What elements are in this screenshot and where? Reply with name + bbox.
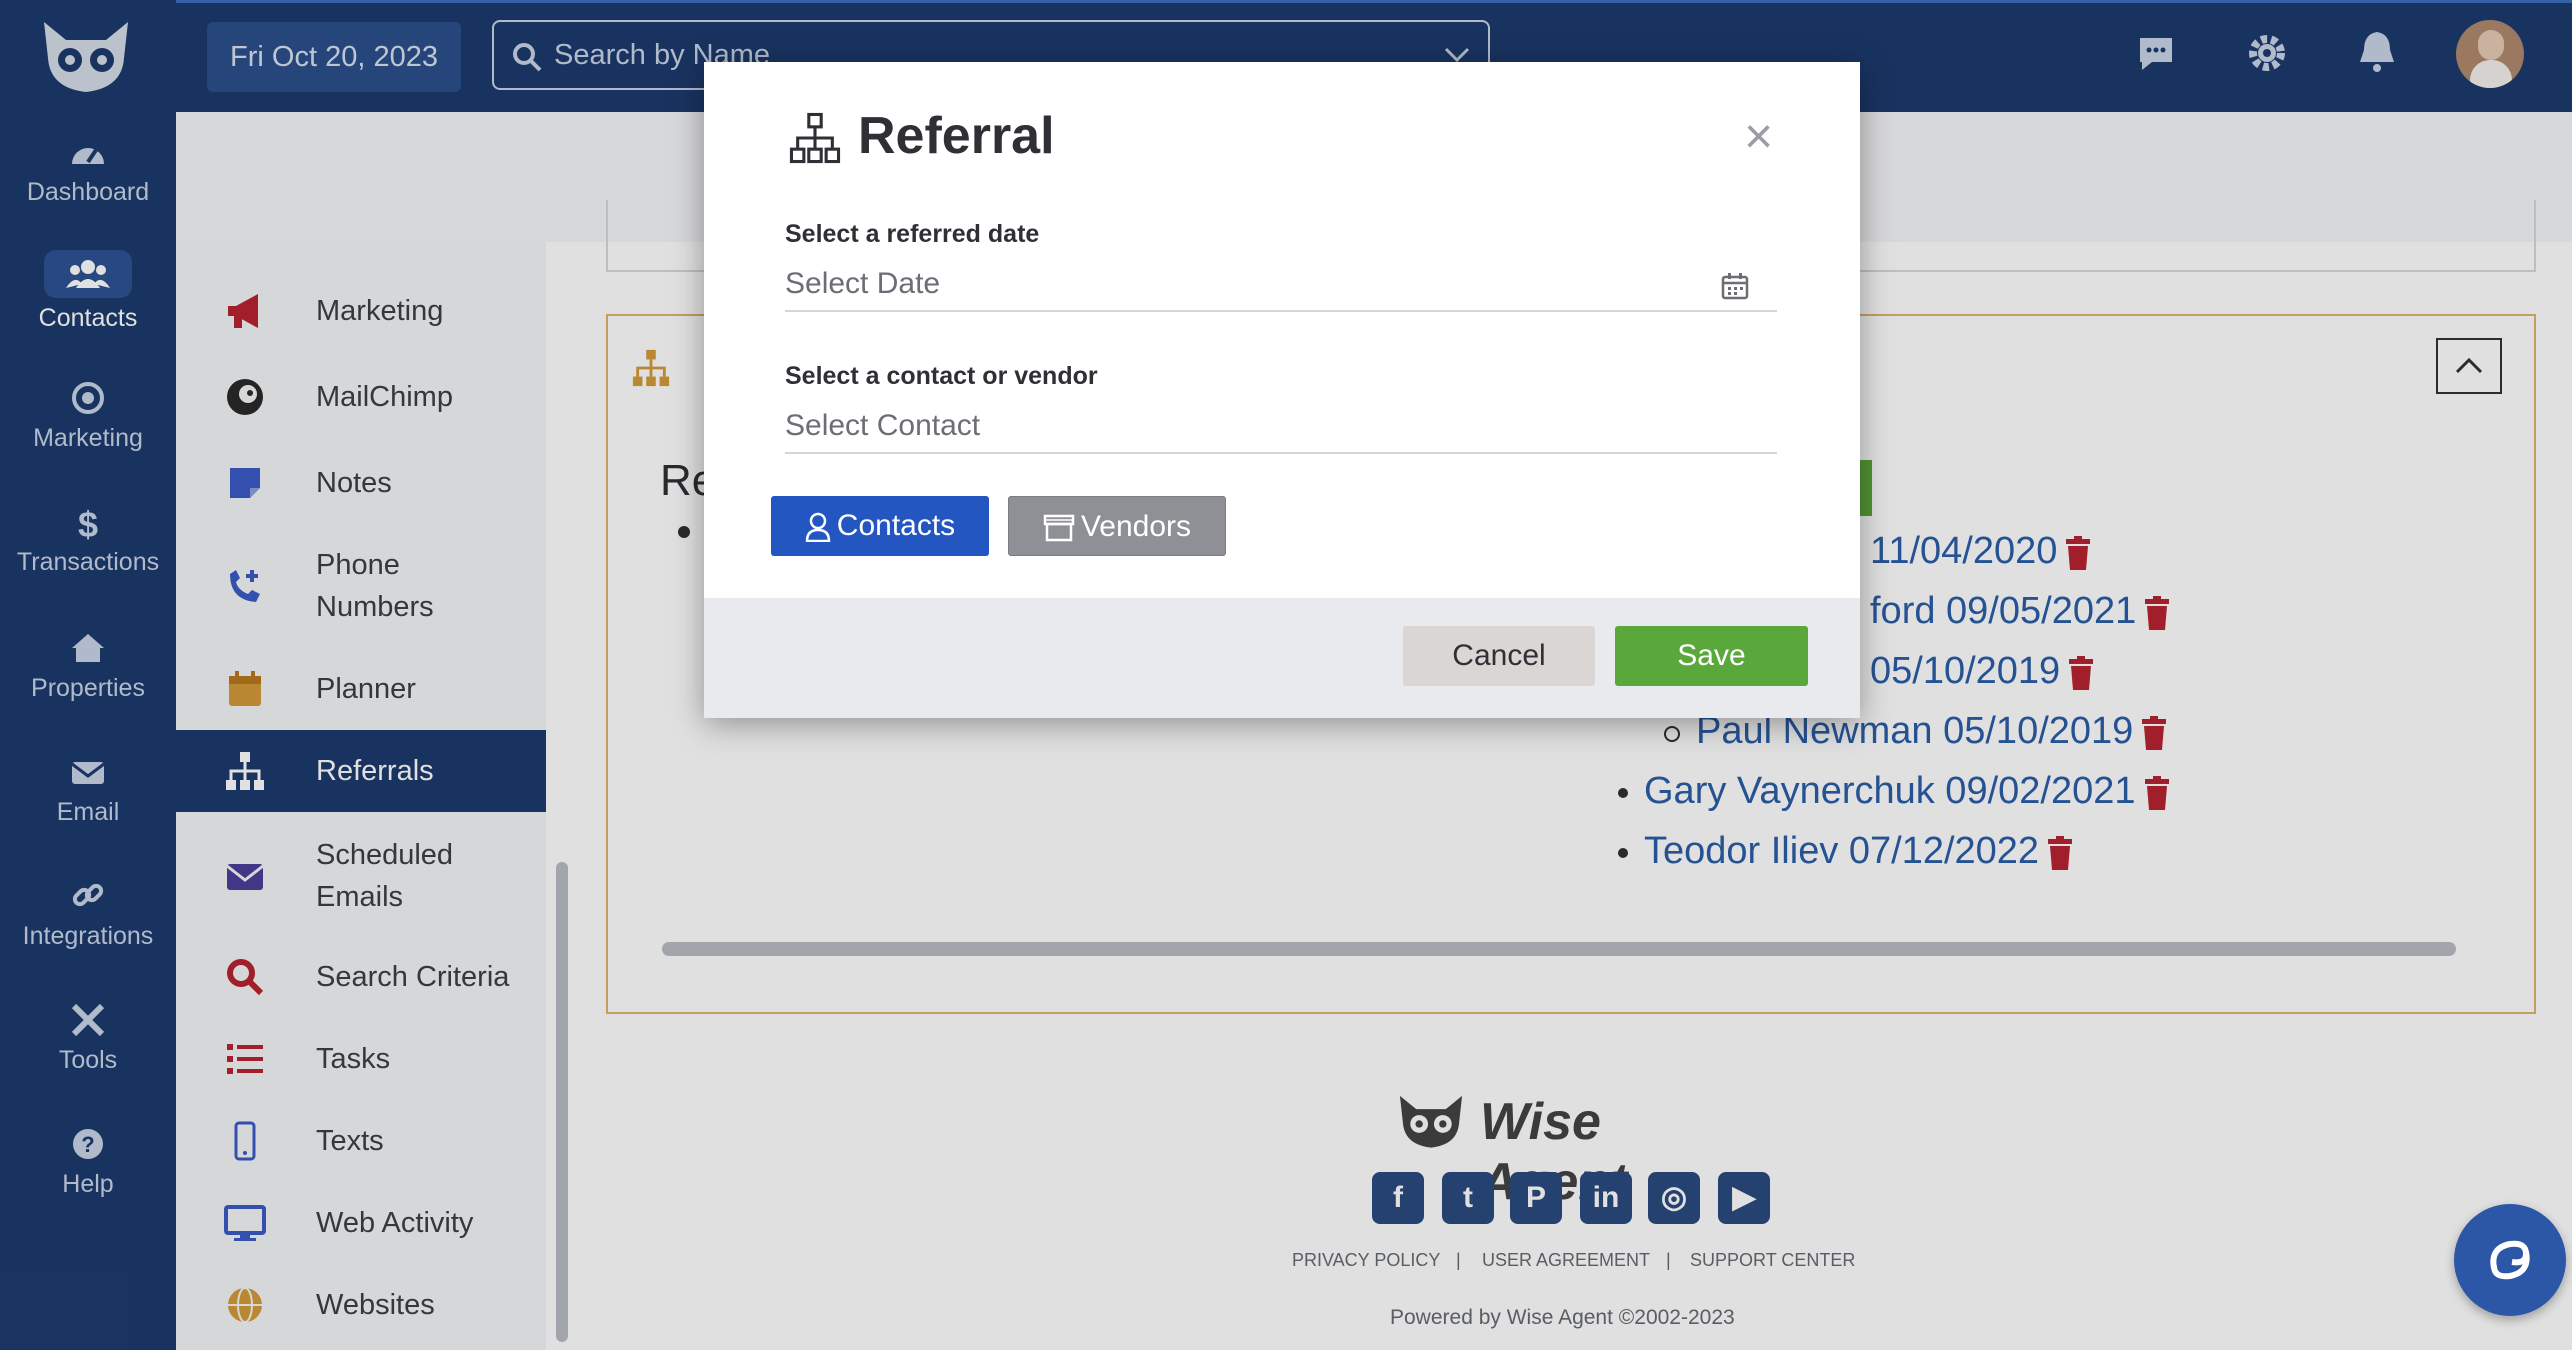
modal-title: Referral [858, 107, 1055, 165]
cancel-button[interactable]: Cancel [1403, 626, 1595, 686]
contacts-button-label: Contacts [836, 509, 956, 542]
contact-placeholder: Select Contact [785, 409, 981, 442]
vendors-button-label: Vendors [1080, 510, 1192, 543]
close-icon[interactable]: × [1744, 106, 1773, 166]
sitemap-icon [789, 112, 841, 164]
date-placeholder: Select Date [785, 267, 941, 300]
contact-vendor-label: Select a contact or vendor [785, 362, 1098, 390]
calendar-icon[interactable] [1721, 272, 1749, 300]
contact-select-input[interactable]: Select Contact [785, 404, 1777, 454]
vendors-button[interactable]: Vendors [1008, 496, 1226, 556]
save-button[interactable]: Save [1615, 626, 1808, 686]
store-icon [1043, 514, 1075, 542]
referred-date-label: Select a referred date [785, 220, 1040, 248]
support-chat-button[interactable] [2454, 1204, 2566, 1316]
chat-bubble-logo-icon [2490, 1240, 2530, 1280]
referred-date-input[interactable]: Select Date [785, 262, 1777, 312]
user-icon [805, 512, 831, 543]
contacts-button[interactable]: Contacts [771, 496, 989, 556]
